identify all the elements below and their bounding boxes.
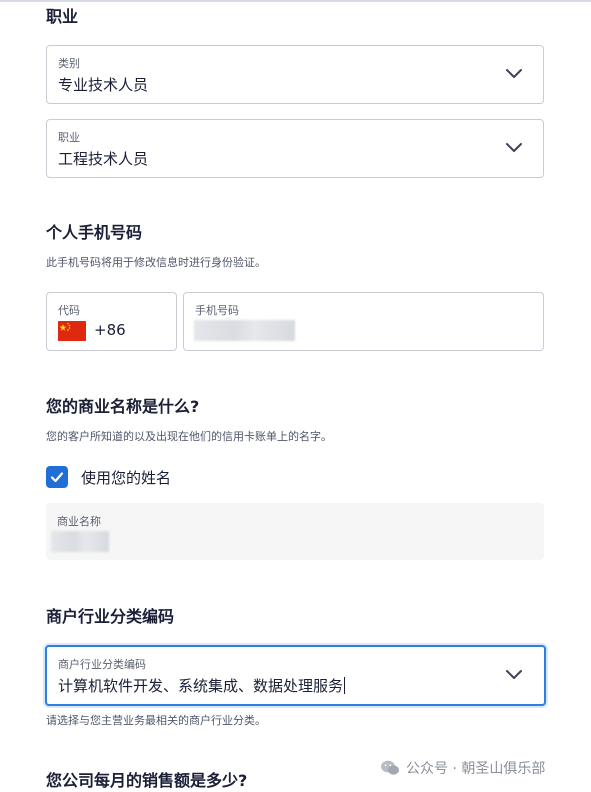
occupation-heading: 职业 [46,7,79,26]
monthly-sales-heading: 您公司每月的销售额是多少? [46,771,248,790]
business-name-label: 商业名称 [57,515,101,528]
phone-heading: 个人手机号码 [46,223,143,242]
business-name-field: 商业名称 [46,503,544,560]
redacted-phone-number [194,320,295,341]
china-flag-icon [58,321,86,341]
mcc-value: 计算机软件开发、系统集成、数据处理服务 [58,677,346,695]
country-code-value: +86 [94,321,126,339]
mcc-label: 商户行业分类编码 [58,658,146,671]
chevron-down-icon [506,142,522,152]
job-value: 工程技术人员 [58,150,149,168]
country-code-label: 代码 [58,304,80,317]
business-name-description: 您的客户所知道的以及出现在他们的信用卡账单上的名字。 [46,430,332,443]
country-code-select[interactable]: 代码 +86 [46,292,177,351]
watermark: 公众号 · 朝圣山俱乐部 [380,758,545,778]
job-label: 职业 [58,131,80,144]
text-cursor [344,677,346,694]
mcc-select[interactable]: 商户行业分类编码 计算机软件开发、系统集成、数据处理服务 [45,645,546,706]
wechat-icon [381,760,399,775]
category-select[interactable]: 类别 专业技术人员 [46,45,544,104]
use-name-checkbox[interactable] [46,466,68,488]
watermark-text: 公众号 · 朝圣山俱乐部 [406,761,546,777]
chevron-down-icon [506,669,522,679]
window-top-border [0,0,591,2]
mcc-help-text: 请选择与您主营业务最相关的商户行业分类。 [46,714,266,727]
phone-number-label: 手机号码 [195,304,239,317]
checkmark-icon [50,472,64,483]
chevron-down-icon [506,68,522,78]
redacted-business-name [51,531,109,552]
use-name-checkbox-label[interactable]: 使用您的姓名 [81,467,171,488]
mcc-heading: 商户行业分类编码 [46,607,175,626]
business-name-heading: 您的商业名称是什么? [46,397,200,416]
phone-number-input[interactable]: 手机号码 [183,292,544,351]
category-value: 专业技术人员 [58,76,149,94]
phone-description: 此手机号码将用于修改信息时进行身份验证。 [46,256,266,269]
category-label: 类别 [58,57,80,70]
job-select[interactable]: 职业 工程技术人员 [46,119,544,178]
